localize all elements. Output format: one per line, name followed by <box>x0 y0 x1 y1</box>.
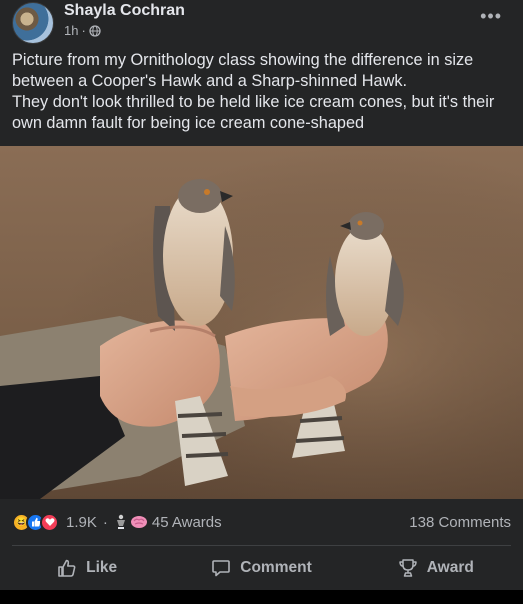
more-options-icon[interactable]: ••• <box>480 6 502 27</box>
post-photo[interactable] <box>0 146 523 499</box>
meta-separator: · <box>81 23 86 38</box>
award-icons <box>114 514 148 530</box>
comment-label: Comment <box>240 559 312 576</box>
awards-count[interactable]: 45 Awards <box>152 514 222 531</box>
hawks-photo <box>0 146 523 499</box>
post-text: Picture from my Ornithology class showin… <box>12 50 512 134</box>
bottom-bar <box>0 590 523 604</box>
like-button[interactable]: Like <box>0 548 174 588</box>
award-figure-icon <box>116 514 125 529</box>
award-button[interactable]: Award <box>349 548 523 588</box>
stats-separator: · <box>102 513 108 531</box>
post-card: Shayla Cochran 1h · ••• Picture from my … <box>0 0 523 604</box>
post-stats: 😆 1.9K · 45 Awards 138 Comments <box>12 509 511 535</box>
reaction-count[interactable]: 1.9K <box>66 514 97 531</box>
comment-button[interactable]: Comment <box>174 548 348 588</box>
post-time[interactable]: 1h <box>64 23 78 38</box>
globe-icon <box>89 24 101 37</box>
post-actions: Like Comment Award <box>0 548 523 588</box>
post-header: Shayla Cochran 1h · ••• <box>12 0 512 46</box>
post-meta: 1h · <box>64 23 101 38</box>
like-label: Like <box>86 559 118 576</box>
author-name[interactable]: Shayla Cochran <box>64 2 185 20</box>
avatar[interactable] <box>12 2 54 44</box>
divider <box>12 545 511 546</box>
comments-count[interactable]: 138 Comments <box>409 514 511 531</box>
reactions-summary[interactable]: 😆 <box>12 512 59 532</box>
speech-bubble-icon <box>212 560 231 577</box>
award-label: Award <box>426 559 474 576</box>
trophy-icon <box>399 559 417 577</box>
love-reaction-icon <box>40 512 59 532</box>
post-text-line: Picture from my Ornithology class showin… <box>12 51 474 90</box>
post-text-line: They don't look thrilled to be held like… <box>12 93 495 132</box>
brain-award-icon <box>130 516 147 528</box>
thumbs-up-icon <box>58 559 76 577</box>
